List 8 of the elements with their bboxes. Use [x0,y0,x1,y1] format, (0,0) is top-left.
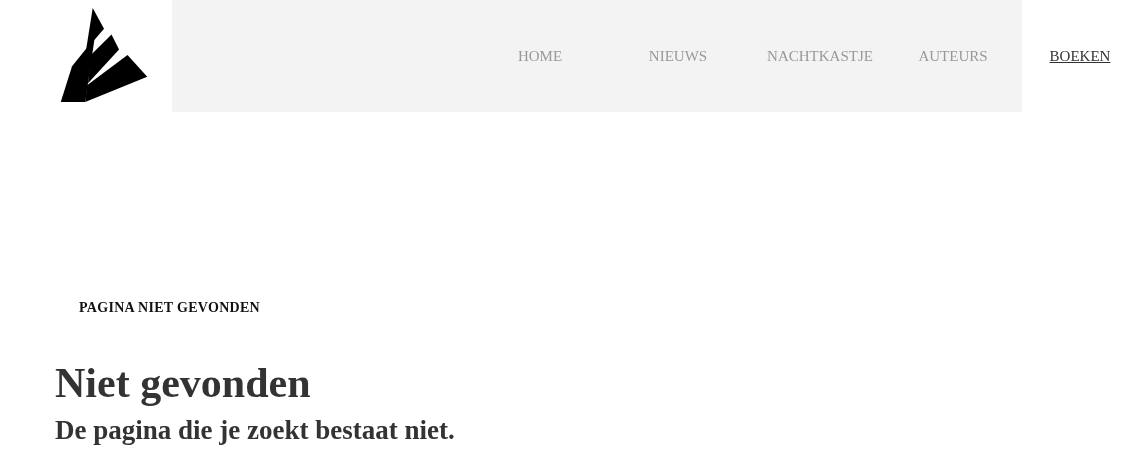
nav-link[interactable]: NIEUWS [600,0,756,112]
page-subheading: De pagina die je zoekt bestaat niet. [55,416,456,446]
nav-link[interactable]: AUTEURS [884,0,1022,112]
nav-link[interactable]: HOME [480,0,600,112]
breadcrumb: PAGINA NIET GEVONDEN [79,300,261,316]
nav-link[interactable]: NACHTKASTJE [756,0,884,112]
nav-link[interactable]: BOEKEN [1022,0,1138,112]
page-heading: Niet gevonden [55,360,312,407]
